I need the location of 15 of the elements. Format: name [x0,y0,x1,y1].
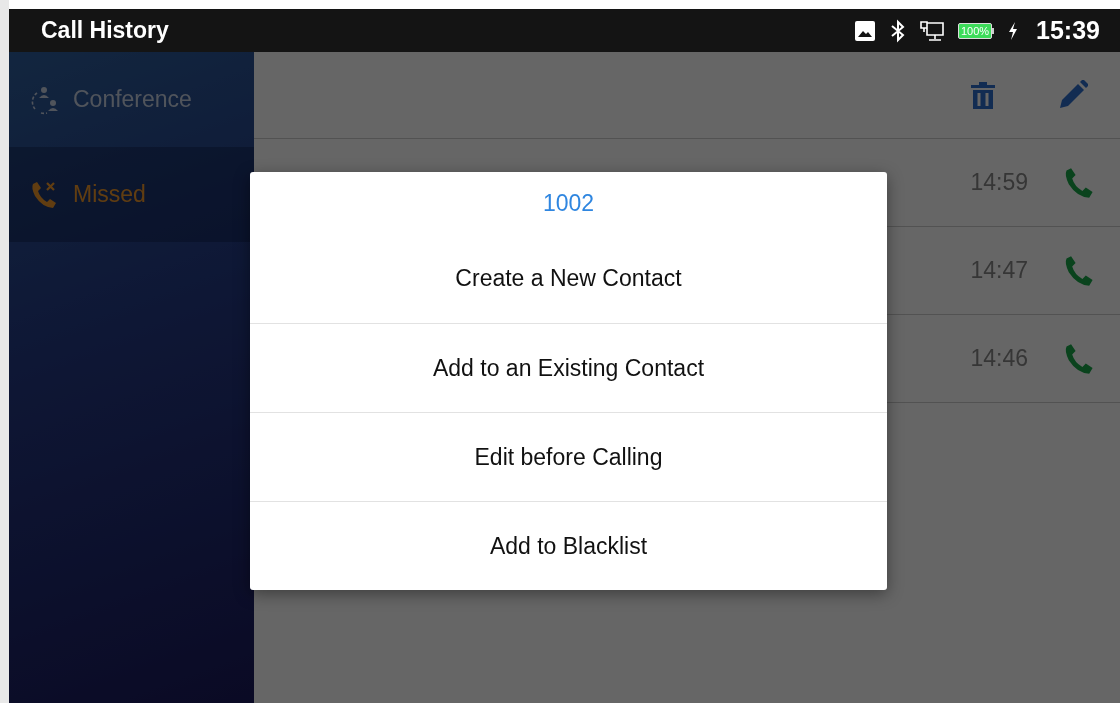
battery-icon: 100% [957,22,995,39]
edit-icon[interactable] [1058,80,1088,110]
charging-icon [1008,21,1019,40]
app-title: Call History [41,17,169,44]
bluetooth-icon [889,18,906,43]
conference-icon [29,84,59,115]
menu-option[interactable]: Add to Blacklist [250,501,887,590]
menu-option[interactable]: Edit before Calling [250,412,887,501]
dialog-title: 1002 [541,188,596,218]
menu-option[interactable]: Add to an Existing Contact [250,323,887,412]
clock: 15:39 [1036,16,1100,45]
trash-icon[interactable] [970,80,996,110]
missed-call-icon [29,179,59,210]
network-icon [919,19,944,42]
image-icon [853,19,876,42]
